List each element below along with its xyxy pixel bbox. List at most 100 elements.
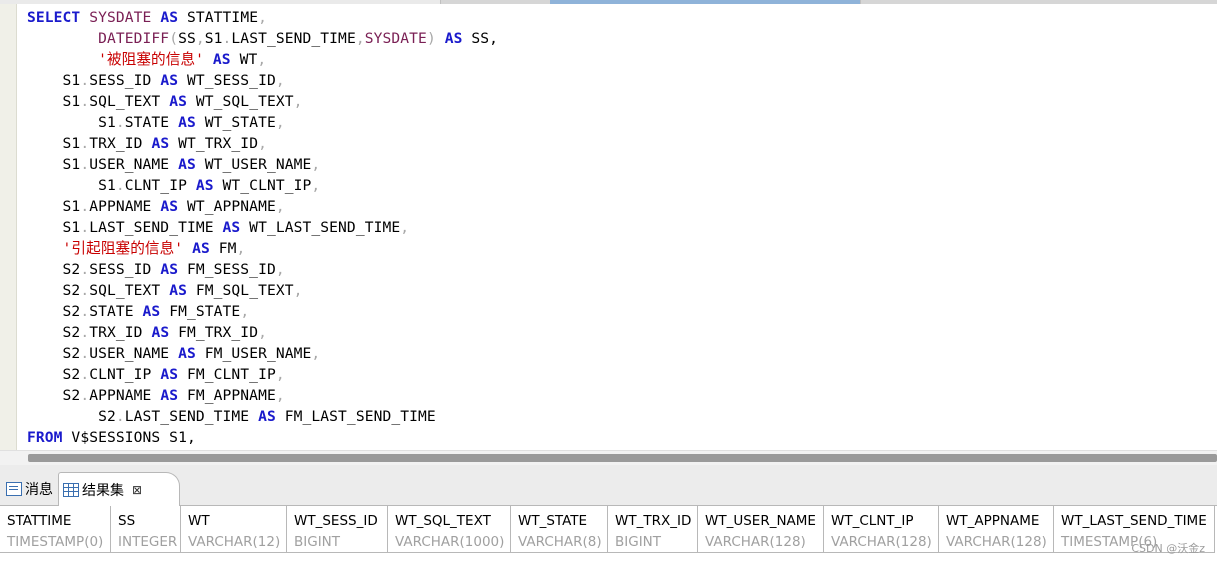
code-line: S1.SESS_ID AS WT_SESS_ID, xyxy=(27,70,1212,91)
code-token: WT_APPNAME xyxy=(178,198,276,215)
code-token: FM_SQL_TEXT xyxy=(186,282,294,299)
code-token: . xyxy=(80,303,90,320)
grid-icon xyxy=(63,482,79,497)
tab-messages[interactable]: 消息 xyxy=(2,472,58,505)
code-token: AS xyxy=(195,177,214,194)
code-line: SELECT SYSDATE AS STATTIME, xyxy=(27,7,1212,28)
code-token: , xyxy=(311,156,321,173)
result-grid-header: STATTIME TIMESTAMP(0) SS INTEGER WT VARCHAR(1… xyxy=(0,506,1215,553)
code-line: S2.TRX_ID AS FM_TRX_ID, xyxy=(27,322,1212,343)
tab-messages-label: 消息 xyxy=(25,481,53,498)
column-type: VARCHAR(12) xyxy=(188,534,281,550)
column-name: WT_CLNT_IP xyxy=(831,513,914,529)
column-name: WT_STATE xyxy=(518,513,588,529)
code-token: AS xyxy=(178,156,196,173)
code-line: S1.TRX_ID AS WT_TRX_ID, xyxy=(27,133,1212,154)
code-token: , xyxy=(240,303,250,320)
code-token: WT_CLNT_IP xyxy=(213,177,312,194)
code-token: FM_USER_NAME xyxy=(195,345,312,362)
code-token: WT_LAST_SEND_TIME xyxy=(240,219,401,236)
sql-editor[interactable]: SELECT SYSDATE AS STATTIME, DATEDIFF(SS,… xyxy=(27,7,1212,449)
column-header[interactable]: WT_TRX_ID BIGINT xyxy=(608,506,698,552)
code-token: AS xyxy=(258,408,276,425)
code-token: , xyxy=(195,30,205,47)
code-token: AS xyxy=(178,114,196,131)
code-token: FM_APPNAME xyxy=(178,387,276,404)
code-token: TRX_ID xyxy=(89,135,152,152)
code-token: FM_STATE xyxy=(160,303,241,320)
editor-tab-strip xyxy=(0,0,1217,4)
code-line: S2.LAST_SEND_TIME AS FM_LAST_SEND_TIME xyxy=(27,406,1212,427)
code-token: WT_SQL_TEXT xyxy=(186,93,294,110)
watermark: CSDN @沃金z xyxy=(1131,542,1205,555)
code-token: AS xyxy=(192,240,210,257)
editor-horizontal-scrollbar[interactable] xyxy=(0,450,1217,465)
code-token: WT_STATE xyxy=(195,114,276,131)
scrollbar-thumb[interactable] xyxy=(28,454,1217,462)
code-token: S2 xyxy=(27,303,81,320)
code-token: . xyxy=(80,282,90,299)
column-name: SS xyxy=(118,513,136,529)
code-token: ) xyxy=(426,30,436,47)
code-token: , xyxy=(275,366,285,383)
column-name: WT_APPNAME xyxy=(946,513,1040,529)
code-line: S2.STATE AS FM_STATE, xyxy=(27,301,1212,322)
code-token: APPNAME xyxy=(89,387,161,404)
code-token: FM_LAST_SEND_TIME xyxy=(275,408,436,425)
code-token: FM xyxy=(209,240,237,257)
code-token: AS xyxy=(151,324,170,341)
code-token: . xyxy=(80,366,90,383)
column-header[interactable]: WT_CLNT_IP VARCHAR(128) xyxy=(824,506,939,552)
result-grid: STATTIME TIMESTAMP(0) SS INTEGER WT VARCHAR(1… xyxy=(0,506,1217,565)
editor-tab[interactable] xyxy=(110,0,221,4)
code-token: . xyxy=(80,345,90,362)
column-header[interactable]: WT_USER_NAME VARCHAR(128) xyxy=(698,506,824,552)
column-header[interactable]: SS INTEGER xyxy=(111,506,181,552)
code-token: , xyxy=(275,72,285,89)
code-token: FM_TRX_ID xyxy=(169,324,259,341)
code-token: , xyxy=(355,30,365,47)
column-header[interactable]: WT_SESS_ID BIGINT xyxy=(287,506,388,552)
column-name: WT_TRX_ID xyxy=(615,513,692,529)
code-token: AS xyxy=(160,387,179,404)
close-icon[interactable]: ⊠ xyxy=(132,483,142,497)
code-token: AS xyxy=(169,282,187,299)
code-token: TRX_ID xyxy=(89,324,152,341)
code-token: S1 xyxy=(27,72,81,89)
code-token: , xyxy=(311,177,321,194)
column-type: VARCHAR(128) xyxy=(831,534,932,550)
code-token: S2 xyxy=(27,408,116,425)
code-token: S2 xyxy=(27,282,81,299)
column-header[interactable]: WT_STATE VARCHAR(8) xyxy=(511,506,608,552)
code-token: FM_CLNT_IP xyxy=(178,366,276,383)
code-token: AS xyxy=(160,72,179,89)
column-header[interactable]: STATTIME TIMESTAMP(0) xyxy=(0,506,111,552)
tab-results[interactable]: 结果集 ⊠ xyxy=(58,472,180,506)
code-token: WT xyxy=(230,51,258,68)
editor-tab-active[interactable] xyxy=(550,0,861,4)
messages-icon xyxy=(6,481,22,496)
editor-tab[interactable] xyxy=(330,0,441,4)
code-token: AS xyxy=(151,135,170,152)
code-token: CLNT_IP xyxy=(124,177,196,194)
code-token: , xyxy=(258,135,267,152)
code-token: . xyxy=(80,72,90,89)
editor-tab[interactable] xyxy=(220,0,331,4)
code-token: S2 xyxy=(27,261,81,278)
code-token: SESS_ID xyxy=(89,72,161,89)
code-token: AS xyxy=(160,366,179,383)
column-header[interactable]: WT_SQL_TEXT VARCHAR(1000) xyxy=(388,506,511,552)
code-token: FROM xyxy=(27,429,63,446)
code-line: S1.CLNT_IP AS WT_CLNT_IP, xyxy=(27,175,1212,196)
column-header[interactable]: WT_APPNAME VARCHAR(128) xyxy=(939,506,1054,552)
code-token: . xyxy=(115,408,125,425)
column-header[interactable]: WT VARCHAR(12) xyxy=(181,506,287,552)
code-token: , xyxy=(400,219,410,236)
code-token: USER_NAME xyxy=(89,345,179,362)
code-token: . xyxy=(80,387,90,404)
code-token: SS, xyxy=(462,30,499,47)
column-type: INTEGER xyxy=(118,534,178,550)
